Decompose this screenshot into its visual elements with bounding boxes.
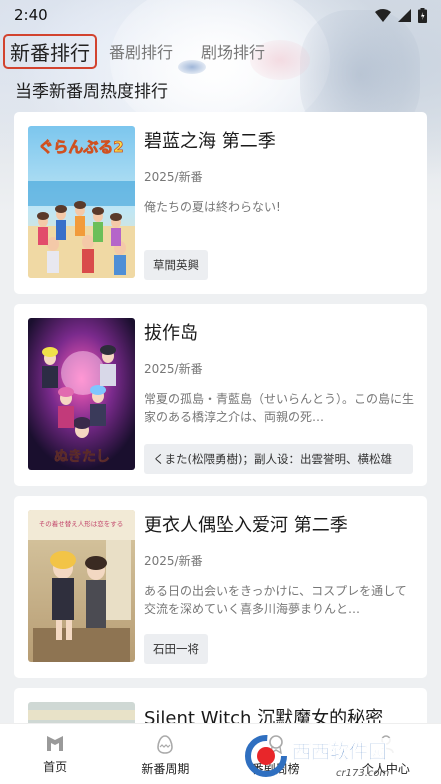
anime-card[interactable]: ぬきたし 拔作岛 2025/新番 常夏の孤島・青藍島（せいらんとう）。この島に生… — [14, 304, 427, 486]
staff-tag[interactable]: 石田一将 — [144, 634, 208, 664]
anime-year: 2025/新番 — [144, 170, 203, 184]
status-bar: 2:40 — [0, 0, 441, 30]
signal-icon — [398, 8, 411, 22]
nav-home-label: 首页 — [43, 760, 68, 774]
poster-image: ぐらんぶる2 — [28, 126, 135, 278]
tab-series-ranking[interactable]: 番剧排行 — [109, 39, 173, 63]
nav-new-anime-cycle-label: 新番周期 — [141, 762, 190, 776]
poster-title-text: ぬきたし — [54, 449, 110, 465]
poster-image: その着せ替え人形は恋をする — [28, 510, 135, 662]
home-icon — [46, 735, 64, 752]
tab-new-anime-ranking[interactable]: 新番排行 — [3, 33, 97, 69]
anime-description: 俺たちの夏は終わらない! — [144, 200, 281, 214]
wifi-icon — [375, 8, 391, 22]
egg-icon — [157, 735, 174, 754]
watermark-url: cr173.com — [336, 768, 389, 779]
anime-description: ある日の出会いをきっかけに、コスプレを通して交流を深めていく喜多川海夢まりんと… — [144, 584, 407, 616]
ranking-tabs: 新番排行 番剧排行 剧场排行 — [0, 33, 293, 69]
anime-title: 碧蓝之海 第二季 — [144, 131, 276, 152]
poster-title-text: ぐらんぶる2 — [38, 138, 123, 156]
staff-tag[interactable]: くまた(松隈勇樹)；副人设：出雲誉明、横松雄 — [144, 444, 413, 474]
anime-description: 常夏の孤島・青藍島（せいらんとう）。この島に生家のある橋淳之介は、両親の死… — [144, 392, 414, 424]
section-title: 当季新番周热度排行 — [15, 82, 168, 102]
anime-title: 更衣人偶坠入爱河 第二季 — [144, 515, 348, 536]
poster-image: ぬきたし — [28, 318, 135, 470]
anime-year: 2025/新番 — [144, 362, 203, 376]
anime-card[interactable]: その着せ替え人形は恋をする 更衣人偶坠入爱河 第二季 2025/新番 ある日の出… — [14, 496, 427, 678]
site-watermark-logo: 西西软件园 cr173.com — [244, 732, 429, 780]
anime-card[interactable]: ぐらんぶる2 碧蓝之海 第二季 2025/新番 俺たちの夏は終わらない! 草間英… — [14, 112, 427, 294]
nav-home[interactable]: 首页 — [5, 724, 105, 775]
watermark-site-name: 西西软件园 — [292, 740, 387, 763]
anime-year: 2025/新番 — [144, 554, 203, 568]
poster-title-text: その着せ替え人形は恋をする — [39, 519, 124, 528]
anime-title: 拔作岛 — [144, 323, 198, 344]
status-time: 2:40 — [14, 6, 48, 24]
tab-movie-ranking[interactable]: 剧场排行 — [201, 39, 265, 63]
battery-icon — [418, 7, 427, 23]
nav-new-anime-cycle[interactable]: 新番周期 — [115, 724, 215, 777]
staff-tag[interactable]: 草間英興 — [144, 250, 208, 280]
